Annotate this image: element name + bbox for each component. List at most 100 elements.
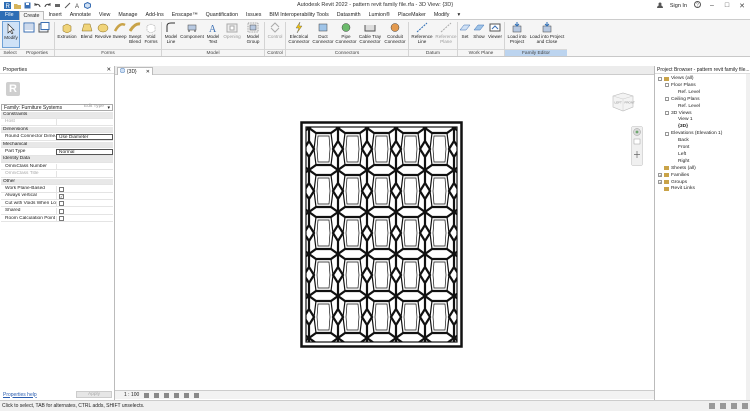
tab-enscape[interactable]: Enscape™ bbox=[168, 11, 202, 20]
property-row[interactable]: Part Type Normal bbox=[1, 149, 113, 156]
select-links-icon[interactable] bbox=[731, 403, 737, 409]
tab-create[interactable]: Create bbox=[18, 10, 45, 20]
view-tab-3d[interactable]: {3D} ✕ bbox=[117, 67, 153, 75]
revolve-button[interactable]: Revolve bbox=[94, 21, 112, 48]
sign-in-link[interactable]: Sign In bbox=[670, 3, 687, 9]
tab-add-ins[interactable]: Add-Ins bbox=[141, 11, 167, 20]
property-value[interactable] bbox=[56, 163, 113, 170]
tab-modify[interactable]: Modify bbox=[430, 11, 454, 20]
model-text-button[interactable]: A Model Text bbox=[205, 21, 221, 48]
viewcube-front-label[interactable]: FRONT bbox=[625, 101, 635, 105]
tab-annotate[interactable]: Annotate bbox=[66, 11, 95, 20]
design-options-icon[interactable] bbox=[720, 403, 726, 409]
property-checkbox[interactable] bbox=[59, 186, 64, 192]
model-line-button[interactable]: Model Line bbox=[163, 21, 179, 48]
minimize-button[interactable]: – bbox=[708, 2, 716, 10]
property-row[interactable]: OmniClass Title bbox=[1, 171, 113, 178]
family-types-button[interactable] bbox=[37, 21, 51, 48]
filter-icon[interactable] bbox=[742, 403, 748, 409]
navigation-bar[interactable] bbox=[631, 126, 643, 166]
expand-icon[interactable]: + bbox=[658, 173, 662, 178]
browser-scrollbar[interactable] bbox=[746, 74, 750, 400]
extrusion-button[interactable]: Extrusion bbox=[56, 21, 78, 48]
tab-issues[interactable]: Issues bbox=[242, 11, 265, 20]
property-value[interactable] bbox=[56, 171, 113, 177]
sweep-button[interactable]: Sweep bbox=[112, 21, 127, 48]
visual-style-icon[interactable] bbox=[154, 392, 160, 398]
tab-lumion[interactable]: Lumion® bbox=[365, 11, 394, 20]
viewcube[interactable]: LEFT FRONT bbox=[611, 92, 635, 112]
shadows-icon[interactable] bbox=[174, 392, 180, 398]
edit-type-button[interactable]: Edit Type bbox=[84, 104, 104, 109]
collapse-icon[interactable]: - bbox=[658, 76, 662, 81]
property-row[interactable]: Host bbox=[1, 119, 113, 126]
close-tab-icon[interactable]: ✕ bbox=[146, 69, 150, 75]
close-button[interactable]: ✕ bbox=[738, 2, 746, 10]
tab-file[interactable]: File bbox=[0, 10, 19, 20]
maximize-button[interactable]: □ bbox=[723, 2, 731, 10]
property-row[interactable]: Round Connector Dime... Use Diameter bbox=[1, 134, 113, 141]
blend-button[interactable]: Blend bbox=[79, 21, 94, 48]
viewcube-left-label[interactable]: LEFT bbox=[615, 101, 623, 105]
property-checkbox[interactable] bbox=[59, 201, 64, 207]
hide-isolate-icon[interactable] bbox=[194, 392, 200, 398]
property-value[interactable] bbox=[56, 119, 113, 125]
help-icon[interactable]: ? bbox=[694, 1, 701, 10]
opening-button[interactable]: Opening bbox=[222, 21, 242, 48]
viewer-button[interactable]: Viewer bbox=[487, 21, 503, 48]
sun-path-icon[interactable] bbox=[164, 392, 170, 398]
tab-datasmith[interactable]: Datasmith bbox=[333, 11, 365, 20]
model-group-button[interactable]: Model Group bbox=[243, 21, 263, 48]
component-button[interactable]: Component bbox=[180, 21, 204, 48]
detail-level-icon[interactable] bbox=[144, 392, 150, 398]
property-row[interactable]: Room Calculation Point bbox=[1, 215, 113, 223]
collapse-icon[interactable]: - bbox=[665, 131, 669, 136]
tab-manage[interactable]: Manage bbox=[114, 11, 141, 20]
property-row[interactable]: Work Plane-Based bbox=[1, 186, 113, 193]
show-button[interactable]: Show bbox=[472, 21, 486, 48]
property-group-header[interactable]: Mechanical bbox=[1, 141, 113, 149]
property-group-header[interactable]: Constraints bbox=[1, 112, 113, 119]
lattice-panel-model[interactable] bbox=[300, 121, 463, 348]
browser-tree-item[interactable]: Revit Links bbox=[658, 185, 695, 192]
property-checkbox[interactable]: ✓ bbox=[59, 193, 64, 199]
set-button[interactable]: Set bbox=[459, 21, 471, 48]
ribbon-options-icon[interactable]: ▾ bbox=[453, 11, 464, 20]
property-value[interactable]: Use Diameter bbox=[56, 134, 113, 140]
modify-button[interactable]: Modify bbox=[2, 21, 20, 48]
reference-plane-button[interactable]: Reference Plane bbox=[435, 21, 457, 48]
property-checkbox[interactable] bbox=[59, 208, 64, 214]
swept-blend-button[interactable]: Swept Blend bbox=[127, 21, 143, 48]
user-icon[interactable] bbox=[656, 2, 663, 10]
control-button[interactable]: Control bbox=[266, 21, 284, 48]
expand-icon[interactable]: + bbox=[658, 180, 662, 185]
tab-insert[interactable]: Insert bbox=[44, 11, 65, 20]
property-group-header[interactable]: Identity Data bbox=[1, 156, 113, 163]
worksets-icon[interactable] bbox=[709, 403, 715, 409]
properties-button[interactable] bbox=[22, 21, 36, 48]
close-properties-icon[interactable]: ✕ bbox=[107, 67, 111, 73]
zoom-icon[interactable] bbox=[633, 138, 641, 145]
collapse-icon[interactable]: - bbox=[665, 97, 669, 102]
apply-button[interactable]: Apply bbox=[76, 391, 112, 398]
property-row[interactable]: Shared bbox=[1, 208, 113, 215]
void-forms-button[interactable]: Void Forms bbox=[143, 21, 159, 48]
load-into-project-button[interactable]: Load into Project bbox=[506, 21, 528, 48]
collapse-icon[interactable]: - bbox=[665, 83, 669, 88]
duct-connector-button[interactable]: Duct Connector bbox=[312, 21, 334, 48]
collapse-icon[interactable]: - bbox=[665, 111, 669, 116]
panel-select[interactable]: Select bbox=[0, 49, 20, 56]
pipe-connector-button[interactable]: Pipe Connector bbox=[335, 21, 357, 48]
tab-bim-interoperability[interactable]: BIM Interoperability Tools bbox=[265, 11, 332, 20]
property-row[interactable]: OmniClass Number bbox=[1, 163, 113, 171]
drawing-area[interactable]: LEFT FRONT bbox=[115, 75, 654, 390]
property-row[interactable]: Cut with Voids When Lo... bbox=[1, 200, 113, 208]
tab-quantification[interactable]: Quantification bbox=[202, 11, 242, 20]
property-checkbox[interactable] bbox=[59, 216, 64, 222]
property-row[interactable]: Always vertical ✓ bbox=[1, 193, 113, 200]
view-scale[interactable]: 1 : 100 bbox=[124, 392, 139, 398]
reference-line-button[interactable]: Reference Line bbox=[410, 21, 434, 48]
load-into-project-and-close-button[interactable]: Load into Project and Close bbox=[529, 21, 565, 48]
property-group-header[interactable]: Other bbox=[1, 178, 113, 186]
tab-placemaker[interactable]: PlaceMaker bbox=[394, 11, 430, 20]
